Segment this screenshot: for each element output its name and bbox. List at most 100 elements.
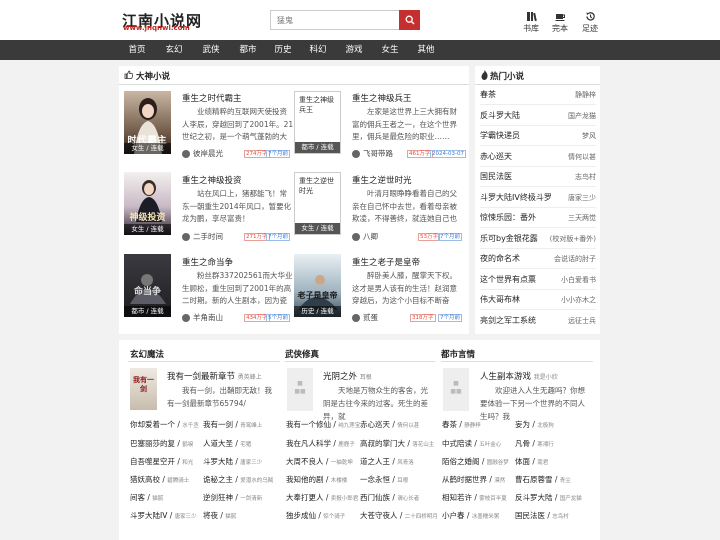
- section-list-item[interactable]: 间客 / 猫腻: [130, 492, 163, 503]
- section-list-item[interactable]: 一念永恒 / 耳根: [360, 474, 408, 485]
- avatar-icon: [352, 232, 360, 241]
- book-cover[interactable]: 重生之逆世时光 女生 / 连载: [294, 172, 341, 235]
- section-title[interactable]: 玄幻魔法: [130, 348, 164, 360]
- hot-item[interactable]: 学霸快递员 梦风: [480, 130, 596, 142]
- section-top-book[interactable]: 人生副本游戏 我是小欣: [480, 370, 558, 382]
- section-list-item[interactable]: 高叔的掌门大 / 落花山主: [360, 438, 434, 449]
- cover-caption: 都市 / 连载: [124, 306, 171, 317]
- book-title[interactable]: 重生之神级兵王: [352, 92, 412, 104]
- hot-item[interactable]: 这个世界有点票 小白爱看书: [480, 274, 596, 286]
- section-list-item[interactable]: 陌俗之婚阁 / 圆融谷梦: [442, 456, 509, 467]
- nav-dushi[interactable]: 都市: [233, 40, 263, 60]
- section-top-book[interactable]: 光阴之外 耳根: [323, 370, 372, 382]
- section-list-item[interactable]: 独步成仙 / 惊个骑子: [286, 510, 345, 521]
- book-cover[interactable]: 神级投资 女生 / 连载: [124, 172, 171, 235]
- book-title[interactable]: 重生之老子是皇帝: [352, 256, 420, 268]
- section-list-item[interactable]: 逆剑狂神 / 一剑清新: [203, 492, 262, 503]
- section-list-item[interactable]: 相知若许 / 雾枝百半夏: [442, 492, 507, 503]
- section-list-item[interactable]: 我有一个修仙 / 纯九莲宝: [286, 419, 360, 430]
- hot-item[interactable]: 斗罗大陆IV终极斗罗 唐家三少: [480, 192, 596, 204]
- hot-item[interactable]: 国民法医 志鸟村: [480, 171, 596, 183]
- book-cover[interactable]: 老子是皇帝 历史 / 连载: [294, 254, 341, 317]
- section-list-item[interactable]: 妄为 / 北极狗: [515, 419, 554, 430]
- section-list-item[interactable]: 小户春 / 冰墨糯米粥: [442, 510, 499, 521]
- hot-item[interactable]: 赤心巡天 情何以甚: [480, 151, 596, 163]
- history-link[interactable]: 足迹: [577, 11, 603, 34]
- section-title[interactable]: 都市言情: [441, 348, 475, 360]
- section-list-item[interactable]: 曹石原蓉雪 / 青尘: [515, 474, 571, 485]
- nav-lishi[interactable]: 历史: [268, 40, 298, 60]
- hot-item[interactable]: 伟大哥布林 小小亦木之: [480, 294, 596, 306]
- hot-item[interactable]: 乐可by金银花露 (校对版+番外): [480, 233, 596, 245]
- nav-xuanhuan[interactable]: 玄幻: [159, 40, 189, 60]
- book-desc: 站在风口上，猪都能飞！常东一朝重生2014年风口，暂要化龙为鹏，享尽富贵！: [182, 189, 292, 223]
- section-list-item[interactable]: 我知他的剧 / 木楼楼: [286, 474, 347, 485]
- nav-kehuan[interactable]: 科幻: [303, 40, 333, 60]
- book-author[interactable]: 飞哥带路: [352, 148, 393, 159]
- section-list-item[interactable]: 中式陪读 / 五叶金心: [442, 438, 501, 449]
- section-list-item[interactable]: 我在凡人科学 / 鹿鹿子: [286, 438, 355, 449]
- section-list-item[interactable]: 西门仙族 / 谓心长者: [360, 492, 419, 503]
- book-desc: 叶清月眼睁睁看着自己的父亲在自己怀中去世，看着母亲被欺凌，不得善终，就连她自己也…: [352, 189, 457, 223]
- section-list-item[interactable]: 斗罗大陆IV / 唐家三少: [130, 510, 197, 521]
- book-cover[interactable]: 重生之神级兵王 都市 / 连载: [294, 91, 341, 154]
- section-list-item[interactable]: 大苍守夜人 / 二十四桥明月: [360, 510, 438, 521]
- section-list-item[interactable]: 反斗罗大陆 / 国产龙猫: [515, 492, 582, 503]
- cover-text: 命当争: [133, 287, 161, 297]
- section-list-item[interactable]: 赤心巡天 / 情何以甚: [360, 419, 419, 430]
- section-list-item[interactable]: 大奉打更人 / 卖报小郎君: [286, 492, 358, 503]
- book-desc: 醉卧美人膝，醒掌天下权。这才是男人该有的生活！赵润意穿越后，为这个小目标不断奋斗…: [352, 271, 457, 305]
- book-cover[interactable]: 命当争 都市 / 连载: [124, 254, 171, 317]
- hot-item[interactable]: 夜的命名术 会说话的肘子: [480, 253, 596, 265]
- nav-nvsheng[interactable]: 女生: [375, 40, 405, 60]
- section-list-item[interactable]: 春茶 / 静静梓: [442, 419, 481, 430]
- book-title[interactable]: 重生之神级投资: [182, 174, 242, 186]
- section-list-item[interactable]: 从鹤时据世界 / 漠然: [442, 474, 505, 485]
- section-title[interactable]: 武侠修真: [285, 348, 319, 360]
- nav-qita[interactable]: 其他: [411, 40, 441, 60]
- section-list-item[interactable]: 猎妖高校 / 碧腾骑士: [130, 474, 189, 485]
- section-list-item[interactable]: 我有一剑 / 青鸾峰上: [203, 419, 262, 430]
- library-link[interactable]: 书库: [518, 11, 544, 34]
- section-list-item[interactable]: 人道大圣 / 宅猪: [203, 438, 251, 449]
- hot-item[interactable]: 亮剑之军工系统 远征士兵: [480, 315, 596, 327]
- book-author[interactable]: 彼岸晨光: [182, 148, 223, 159]
- book-cover[interactable]: 时代霸主 女生 / 连载: [124, 91, 171, 154]
- hot-item[interactable]: 惊悚乐园：番外 三天两觉: [480, 212, 596, 224]
- book-author[interactable]: 羊角南山: [182, 312, 223, 323]
- section-list-item[interactable]: 国民法医 / 志鸟村: [515, 510, 569, 521]
- section-top-book[interactable]: 我有一剑最新章节 勇英峰上: [167, 370, 262, 382]
- cover-placeholder[interactable]: ■ ■■: [443, 368, 469, 411]
- section-top-desc: 我有一剑，出鞘即无敌！我有一剑最新章节65794/: [167, 386, 272, 408]
- section-list-item[interactable]: 将夜 / 猫腻: [203, 510, 236, 521]
- section-list-item[interactable]: 自吾噬星空开 / 和光: [130, 456, 193, 467]
- completed-link[interactable]: 完本: [547, 11, 573, 34]
- section-list-item[interactable]: 诡秘之主 / 爱潜水的乌贼: [203, 474, 273, 485]
- section-list-item[interactable]: 体面 / 南君: [515, 456, 548, 467]
- section-list-item[interactable]: 斗罗大陆 / 唐家三少: [203, 456, 262, 467]
- book-title[interactable]: 重生之时代霸主: [182, 92, 242, 104]
- book-author[interactable]: 贰蛋: [352, 312, 378, 323]
- update-date-badge: 7个月前: [438, 233, 462, 241]
- hot-item[interactable]: 春茶 静静梓: [480, 89, 596, 101]
- nav-youxi[interactable]: 游戏: [339, 40, 369, 60]
- section-list-item[interactable]: 你却爱着一个 / 水千丞: [130, 419, 199, 430]
- section-cover[interactable]: 我有一剑: [130, 368, 157, 410]
- search-button[interactable]: [399, 10, 420, 30]
- nav-wuxia[interactable]: 武侠: [196, 40, 226, 60]
- book-desc: 业绩精粹的互联网天使投资人李辰，穿越回到了2001年。21世纪之初，是一个萌气蓬…: [182, 107, 294, 141]
- book-title[interactable]: 重生之命当争: [182, 256, 233, 268]
- cover-placeholder[interactable]: ■ ■■: [287, 368, 313, 411]
- section-list-item[interactable]: 大周不良人 / 一袖乾坤: [286, 456, 353, 467]
- section-list-item[interactable]: 巴塞丽莎的复 / 鹤唳: [130, 438, 193, 449]
- search-input[interactable]: [270, 10, 400, 30]
- section-list-item[interactable]: 道之人王 / 风青洛: [360, 456, 414, 467]
- section-list-item[interactable]: 凡骨 / 寒湘行: [515, 438, 554, 449]
- book-author[interactable]: 二手时间: [182, 231, 223, 242]
- book-author[interactable]: 八卿: [352, 231, 378, 242]
- nav-home[interactable]: 首页: [122, 40, 152, 60]
- word-count-badge: 318万字: [410, 314, 436, 322]
- book-title[interactable]: 重生之逆世时光: [352, 174, 412, 186]
- hot-item[interactable]: 反斗罗大陆 国产龙猫: [480, 110, 596, 122]
- avatar-icon: [182, 313, 190, 322]
